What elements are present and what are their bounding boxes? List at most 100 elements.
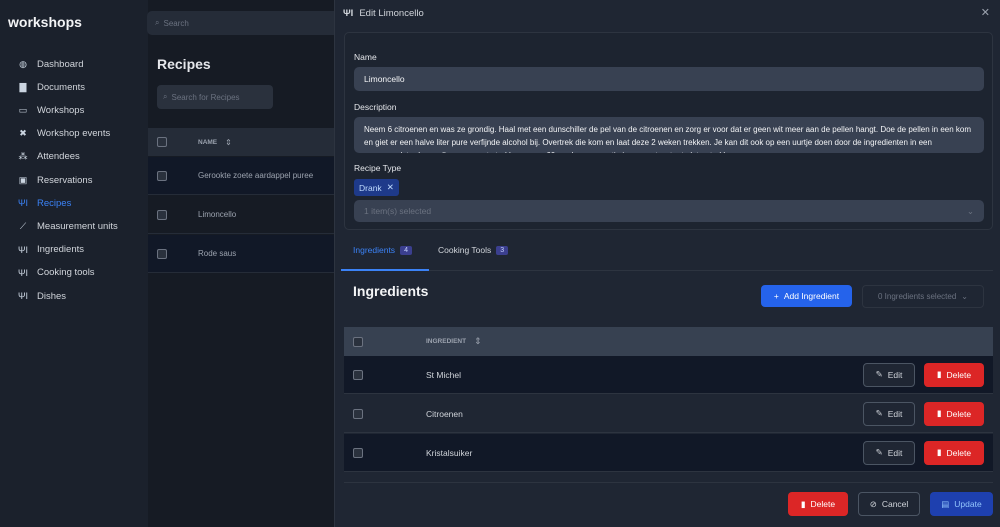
sidebar-item-reservations[interactable]: ▣ Reservations <box>17 170 147 190</box>
ingredients-table-header: INGREDIENT ⇕ <box>344 327 993 356</box>
count-badge: 4 <box>400 245 412 255</box>
table-row[interactable]: Rode saus <box>148 235 334 273</box>
sort-icon[interactable]: ⇕ <box>474 336 482 347</box>
sidebar-item-label: Recipes <box>37 197 72 209</box>
sidebar-item-attendees[interactable]: ⁂ Attendees <box>17 147 147 167</box>
search-icon: ⌕ <box>163 92 168 101</box>
utensils-icon: ΨΙ <box>17 198 29 209</box>
utensils-icon: ΨΙ <box>17 244 29 255</box>
monitor-icon: ▭ <box>18 104 28 115</box>
row-checkbox[interactable] <box>157 248 167 259</box>
tools-icon: ✖ <box>19 128 27 139</box>
ingredient-name: Citroenen <box>426 408 463 419</box>
delete-button[interactable]: ▮ Delete <box>924 440 984 465</box>
sidebar: workshops ◍ Dashboard ▇ Documents ▭ Workshops… <box>0 0 148 527</box>
edit-button[interactable]: ✎ Edit <box>863 401 915 426</box>
pencil-icon: ✎ <box>875 447 883 457</box>
tab-ingredients[interactable]: Ingredients 4 <box>353 245 412 255</box>
name-label: Name <box>354 52 377 62</box>
table-row[interactable]: Limoncello <box>148 196 334 234</box>
sidebar-item-workshop-events[interactable]: ✖ Workshop events <box>17 124 147 144</box>
sidebar-item-dashboard[interactable]: ◍ Dashboard <box>17 54 147 74</box>
recipe-type-chip: Drank ✕ <box>354 179 399 196</box>
calendar-icon: ▣ <box>18 174 28 185</box>
sidebar-item-cooking-tools[interactable]: ΨΙ Cooking tools <box>17 263 147 283</box>
sidebar-item-label: Workshop events <box>37 128 111 140</box>
sidebar-item-label: Cooking tools <box>37 267 95 279</box>
chevron-down-icon: ⌄ <box>966 205 974 216</box>
recipe-name[interactable]: Gerookte zoete aardappel puree <box>198 171 313 180</box>
pencil-icon: ✎ <box>875 408 883 418</box>
utensils-icon: ΨΙ <box>17 291 29 301</box>
row-checkbox[interactable] <box>353 369 363 380</box>
edit-button[interactable]: ✎ Edit <box>863 440 915 465</box>
delete-recipe-button[interactable]: ▮ Delete <box>788 492 848 516</box>
count-badge: 3 <box>496 245 509 255</box>
chevron-down-icon: ⌄ <box>961 292 968 301</box>
sidebar-item-measurement-units[interactable]: ⟋ Measurement units <box>17 216 147 236</box>
select-all-checkbox[interactable] <box>353 336 363 347</box>
row-checkbox[interactable] <box>353 447 363 458</box>
cancel-button[interactable]: ⊘ Cancel <box>858 492 920 516</box>
table-row[interactable]: Gerookte zoete aardappel puree <box>148 157 334 195</box>
ruler-icon: ⟋ <box>19 220 27 231</box>
sidebar-item-dishes[interactable]: ΨΙ Dishes <box>17 286 147 306</box>
trash-icon: ▮ <box>936 408 942 418</box>
sidebar-item-label: Ingredients <box>37 244 85 256</box>
users-icon: ⁂ <box>18 151 28 162</box>
recipe-name[interactable]: Limoncello <box>198 210 236 219</box>
save-icon: ▤ <box>941 498 950 509</box>
recipe-name[interactable]: Rode saus <box>198 249 236 258</box>
column-ingredient[interactable]: INGREDIENT <box>426 338 466 345</box>
name-field[interactable]: Limoncello <box>354 67 984 91</box>
ingredient-name: St Michel <box>426 369 461 380</box>
global-search-input[interactable]: ⌕ Search <box>147 11 347 35</box>
cancel-icon: ⊘ <box>869 498 877 509</box>
remove-chip-icon[interactable]: ✕ <box>387 182 394 193</box>
sidebar-item-ingredients[interactable]: ΨΙ Ingredients <box>17 240 147 260</box>
sidebar-item-label: Documents <box>37 81 86 93</box>
modal-title: Edit Limoncello <box>359 8 424 19</box>
row-checkbox[interactable] <box>157 170 167 181</box>
recipe-form: Name Limoncello Description Neem 6 citro… <box>344 32 993 230</box>
search-icon: ⌕ <box>155 18 160 27</box>
delete-button[interactable]: ▮ Delete <box>924 362 984 387</box>
sort-icon[interactable]: ⇕ <box>225 138 232 147</box>
select-all-checkbox[interactable] <box>157 137 167 147</box>
sidebar-item-recipes[interactable]: ΨΙ Recipes <box>17 193 147 213</box>
table-row: Citroenen ✎ Edit ▮ Delete <box>344 395 993 433</box>
description-field[interactable]: Neem 6 citroenen en was ze grondig. Haal… <box>354 117 984 153</box>
recipe-type-label: Recipe Type <box>354 163 402 173</box>
sidebar-item-label: Dishes <box>37 290 67 302</box>
update-button[interactable]: ▤ Update <box>930 492 993 516</box>
pencil-icon: ✎ <box>875 369 883 379</box>
sidebar-item-label: Attendees <box>37 151 80 163</box>
trash-icon: ▮ <box>936 369 942 379</box>
trash-icon: ▮ <box>936 447 942 457</box>
table-row: Kristalsuiker ✎ Edit ▮ Delete <box>344 434 993 472</box>
recipe-type-select[interactable]: 1 item(s) selected ⌄ <box>354 200 984 222</box>
ingredient-name: Kristalsuiker <box>426 447 473 458</box>
add-ingredient-button[interactable]: + Add Ingredient <box>761 285 852 307</box>
page-title: Recipes <box>157 56 211 72</box>
document-icon: ▇ <box>19 81 27 92</box>
brand-logo: workshops <box>8 14 82 30</box>
sidebar-item-label: Measurement units <box>37 220 118 232</box>
section-title: Ingredients <box>353 283 429 299</box>
utensils-icon: ΨΙ <box>17 267 29 278</box>
recipes-search-input[interactable]: ⌕ Search for Recipes <box>157 85 273 109</box>
ingredients-selected-dropdown[interactable]: 0 Ingredients selected ⌄ <box>862 285 984 308</box>
sidebar-item-documents[interactable]: ▇ Documents <box>17 77 147 97</box>
tab-cooking-tools[interactable]: Cooking Tools 3 <box>438 245 509 255</box>
sidebar-item-workshops[interactable]: ▭ Workshops <box>17 100 147 120</box>
edit-button[interactable]: ✎ Edit <box>863 362 915 387</box>
recipes-table-header: NAME ⇕ <box>148 128 334 156</box>
row-checkbox[interactable] <box>157 209 167 220</box>
row-checkbox[interactable] <box>353 408 363 419</box>
sidebar-item-label: Workshops <box>37 104 85 116</box>
delete-button[interactable]: ▮ Delete <box>924 401 984 426</box>
close-button[interactable]: ✕ <box>981 6 990 19</box>
column-name[interactable]: NAME <box>198 139 217 146</box>
dashboard-icon: ◍ <box>19 58 27 69</box>
plus-icon: + <box>773 291 779 301</box>
